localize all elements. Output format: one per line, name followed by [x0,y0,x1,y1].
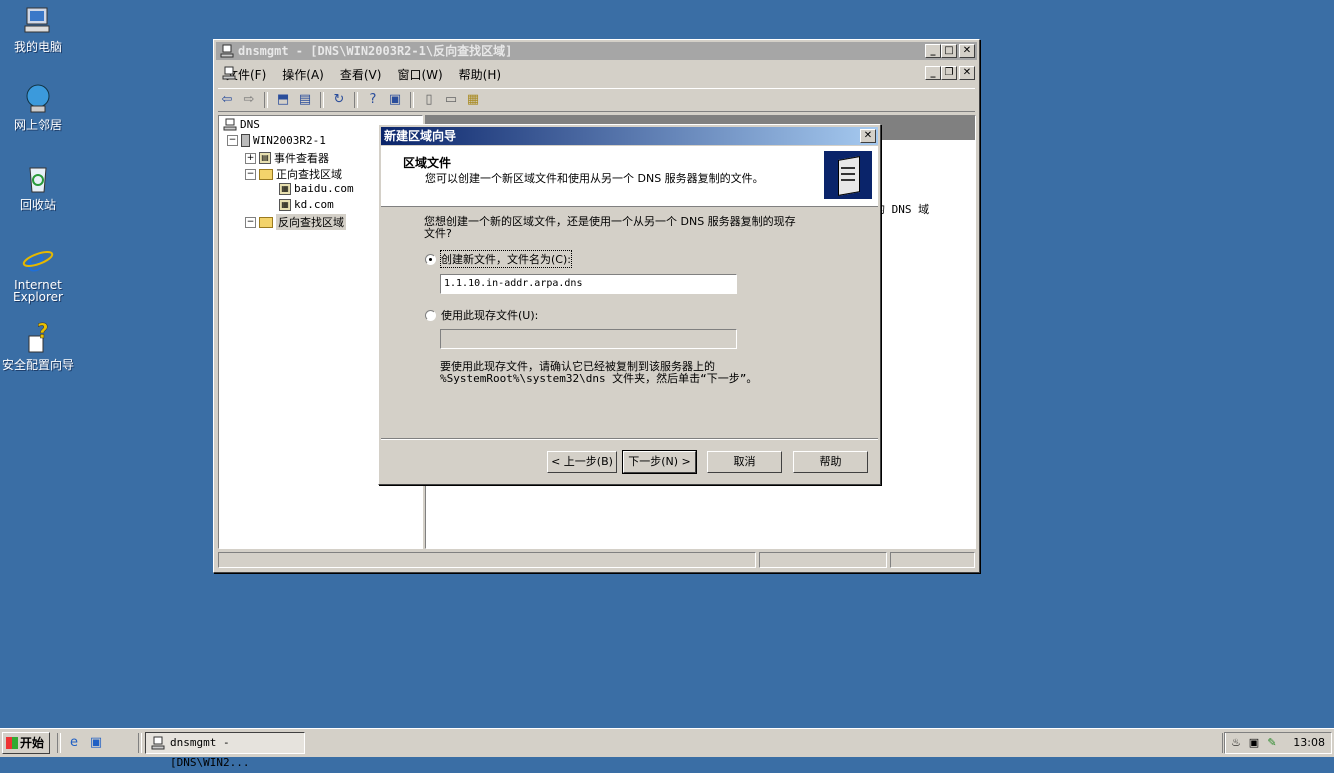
system-tray: ♨ ▣ ✎ 13:08 [1224,732,1332,754]
tree-node-server[interactable]: − WIN2003R2-1 [227,134,326,147]
quicklaunch-desktop-icon[interactable]: ▣ [88,735,104,751]
zone-icon: ▦ [279,182,291,195]
server-zone-icon [824,151,872,199]
new-zone-wizard-dialog: 新建区域向导 ✕ 区域文件 您可以创建一个新区域文件和使用从另一个 DNS 服务… [378,124,881,485]
details-text: 的 DNS 域 [874,203,930,216]
menu-window[interactable]: 窗口(W) [389,66,450,83]
radio-label: 创建新文件，文件名为(C): [440,250,572,268]
wizard-question: 您想创建一个新的区域文件，还是使用一个从另一个 DNS 服务器复制的现存 文件? [424,215,796,240]
help-button[interactable]: 帮助 [793,451,868,473]
start-button[interactable]: 开始 [2,732,50,754]
tree-node-dns[interactable]: DNS [223,118,260,131]
tray-java-icon[interactable]: ♨ [1229,736,1243,750]
dialog-close-button[interactable]: ✕ [860,129,876,143]
menu-help[interactable]: 帮助(H) [451,66,509,83]
toolbar: ⇦ ⇨ ⬒ ▤ ↻ ? ▣ ▯ ▭ ▦ [218,88,975,112]
zone-icon[interactable]: ▦ [464,92,482,108]
status-pane [890,552,975,568]
console-icon [222,66,236,80]
tree-node-baidu[interactable]: ▦ baidu.com [279,182,354,195]
my-computer-icon [21,4,55,38]
child-close-button[interactable]: ✕ [959,66,975,80]
menu-action[interactable]: 操作(A) [274,66,332,83]
radio-create-new-file[interactable]: 创建新文件，文件名为(C): [425,250,572,268]
taskbar: 开始 e ▣ dnsmgmt - [DNS\WIN2... ♨ ▣ ✎ 13:0… [0,728,1334,769]
quicklaunch-ie-icon[interactable]: e [66,735,82,751]
zone-icon: ▦ [279,198,291,211]
network-places-icon [21,82,55,116]
child-minimize-button[interactable]: _ [925,66,941,80]
desktop-icon-label: 我的电脑 [13,40,62,54]
dns-app-icon [151,736,165,750]
desktop-icon-label: 网上邻居 [13,118,62,132]
dialog-titlebar[interactable]: 新建区域向导 ✕ [381,127,878,145]
forward-arrow-icon[interactable]: ⇨ [240,92,258,108]
windows-flag-icon [6,737,18,749]
server-icon[interactable]: ▯ [420,92,438,108]
desktop-icon-network-places[interactable]: 网上邻居 [0,82,76,131]
refresh-icon[interactable]: ↻ [330,92,348,108]
desktop-icon-recycle-bin[interactable]: 回收站 [0,162,76,211]
event-viewer-icon: ▤ [259,152,271,164]
properties-help-icon[interactable]: ? [364,92,382,108]
document-icon[interactable]: ▭ [442,92,460,108]
collapse-icon[interactable]: − [227,135,238,146]
tree-node-forward-zones[interactable]: − 正向查找区域 [245,166,342,182]
status-pane [759,552,887,568]
close-button[interactable]: ✕ [959,44,975,58]
maximize-button[interactable]: □ [941,44,957,58]
export-list-icon[interactable]: ▣ [386,92,404,108]
wizard-step-title: 区域文件 [403,156,452,170]
collapse-icon[interactable]: − [245,216,256,228]
desktop-icon-label: 回收站 [19,198,56,212]
menu-view[interactable]: 查看(V) [332,66,390,83]
expand-icon[interactable]: + [245,152,256,164]
desktop-icon-label: 安全配置向导 [1,358,74,372]
window-title: dnsmgmt - [DNS\WIN2003R2-1\反向查找区域] [238,44,513,58]
radio-use-existing-file[interactable]: 使用此现存文件(U): [425,307,538,323]
filename-input[interactable]: 1.1.10.in-addr.arpa.dns [440,274,737,294]
menu-bar: 文件(F) 操作(A) 查看(V) 窗口(W) 帮助(H) _ ❐ ✕ [218,64,975,84]
tray-security-icon[interactable]: ✎ [1265,736,1279,750]
radio-label: 使用此现存文件(U): [441,309,539,322]
tree-node-kd[interactable]: ▦ kd.com [279,198,334,211]
existing-file-note: 要使用此现存文件，请确认它已经被复制到该服务器上的 %SystemRoot%\s… [440,360,758,385]
desktop-icon-security-wizard[interactable]: ? 安全配置向导 [0,319,76,372]
back-button[interactable]: < 上一步(B) [547,451,617,473]
wizard-header: 区域文件 您可以创建一个新区域文件和使用从另一个 DNS 服务器复制的文件。 [381,146,878,207]
status-pane [218,552,756,568]
back-arrow-icon[interactable]: ⇦ [218,92,236,108]
existing-file-input[interactable] [440,329,737,349]
dns-icon [223,118,237,131]
radio-button[interactable] [425,253,436,265]
cancel-button[interactable]: 取消 [707,451,782,473]
desktop-icon-label: Internet Explorer [13,278,63,304]
show-tree-icon[interactable]: ▤ [296,92,314,108]
tray-network-icon[interactable]: ▣ [1247,736,1261,750]
minimize-button[interactable]: _ [925,44,941,58]
dns-app-icon [220,44,234,58]
wizard-step-subtitle: 您可以创建一个新区域文件和使用从另一个 DNS 服务器复制的文件。 [425,172,764,185]
svg-text:?: ? [37,322,49,343]
next-button[interactable]: 下一步(N) > [622,450,697,474]
recycle-bin-icon [21,162,55,196]
radio-button[interactable] [425,309,436,321]
folder-icon [259,216,273,228]
taskbar-button-dnsmgmt[interactable]: dnsmgmt - [DNS\WIN2... [145,732,305,769]
dialog-title: 新建区域向导 [384,129,457,143]
security-config-wizard-icon: ? [21,319,55,356]
server-icon [241,134,250,147]
up-folder-icon[interactable]: ⬒ [274,92,292,108]
tree-node-event-viewer[interactable]: + ▤ 事件查看器 [245,150,329,166]
clock[interactable]: 13:08 [1293,733,1325,753]
desktop-icon-internet-explorer[interactable]: e Internet Explorer [0,241,76,304]
internet-explorer-icon: e [21,241,55,279]
folder-icon [259,168,273,180]
tree-node-reverse-zones[interactable]: − 反向查找区域 [245,214,346,230]
status-bar [218,552,975,568]
window-titlebar[interactable]: dnsmgmt - [DNS\WIN2003R2-1\反向查找区域] _ □ ✕ [216,42,977,60]
child-restore-button[interactable]: ❐ [941,66,957,80]
desktop-icon-my-computer[interactable]: 我的电脑 [0,4,76,53]
collapse-icon[interactable]: − [245,168,256,180]
